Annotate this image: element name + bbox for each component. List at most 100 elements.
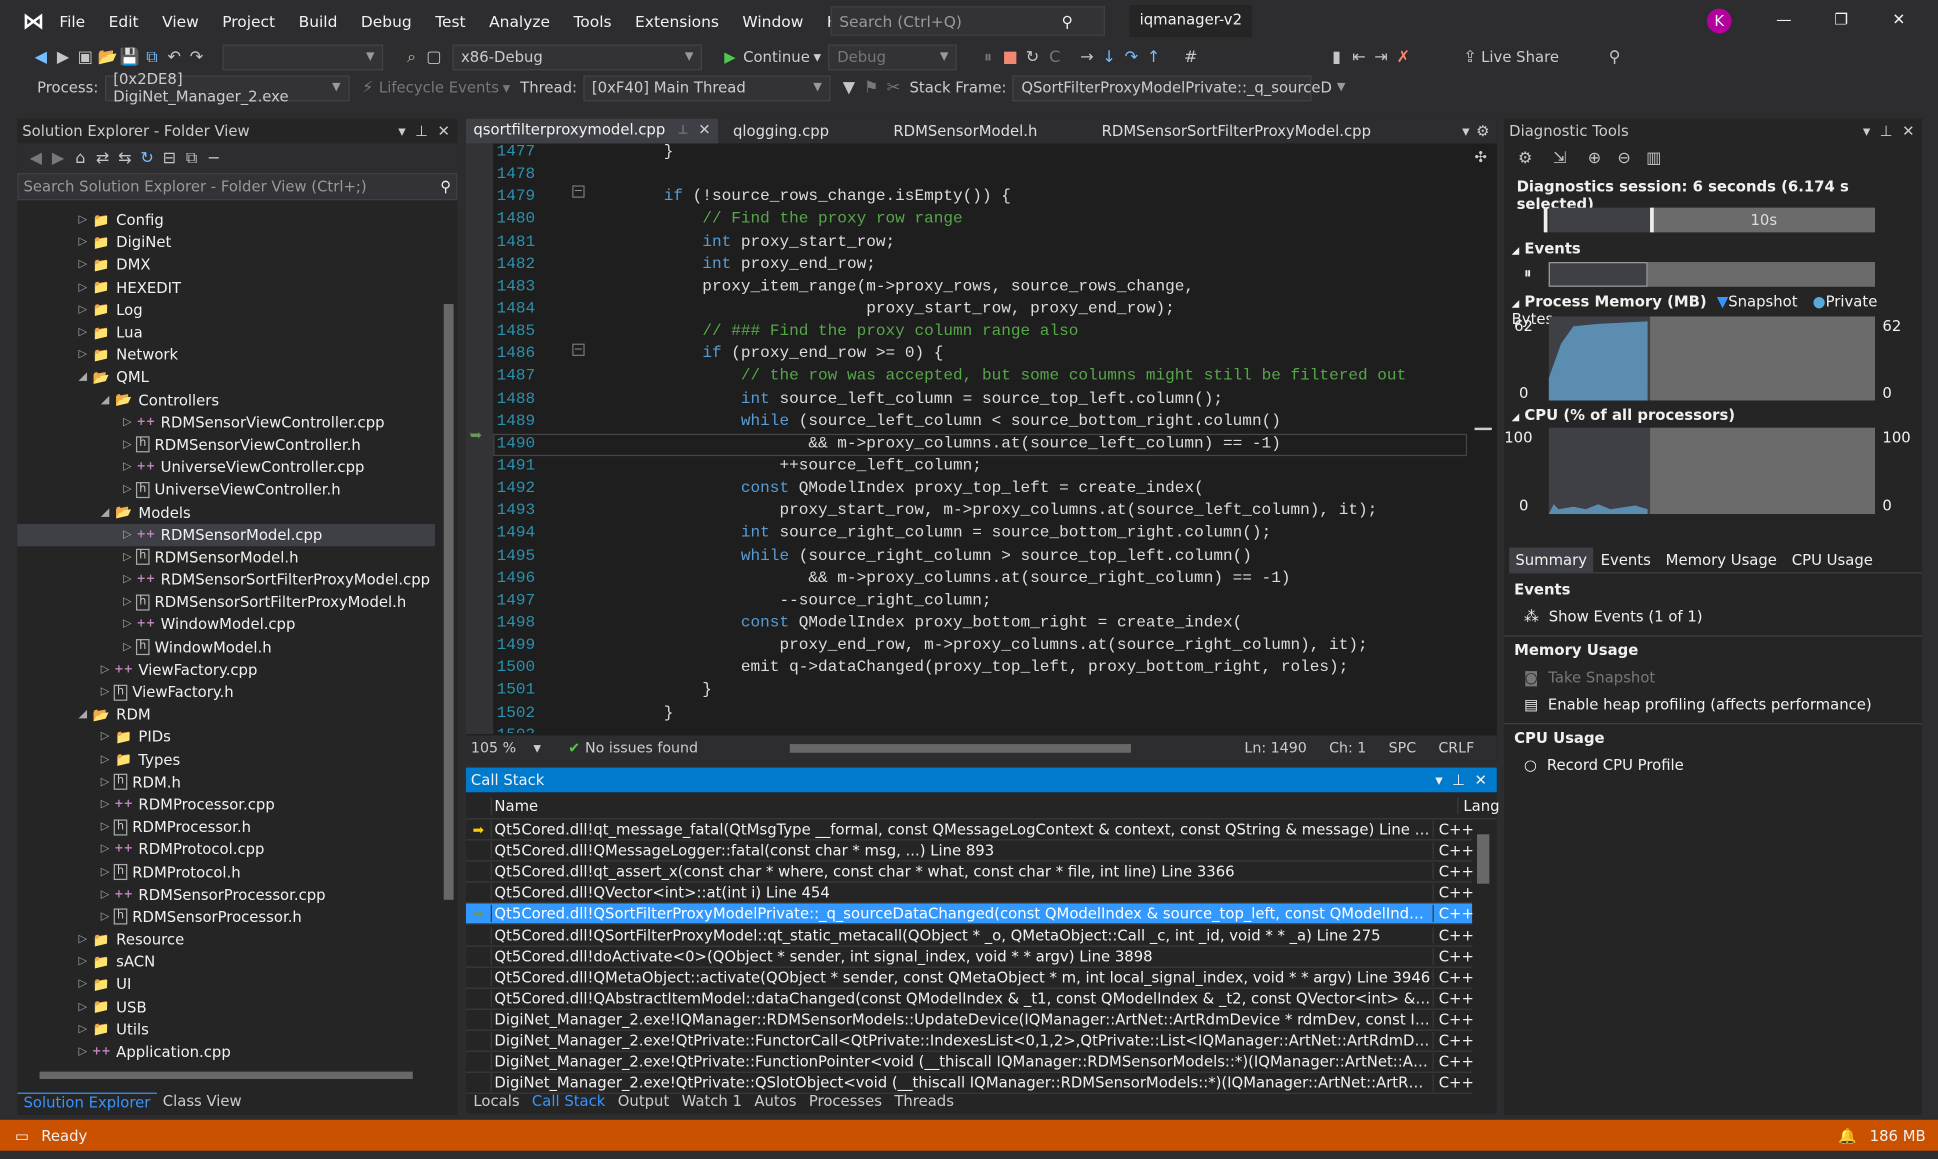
whitespace-status[interactable]: SPC [1389,739,1417,756]
call-stack-row[interactable]: Qt5Cored.dll!QVector<int>::at(int i) Lin… [465,883,1474,904]
tree-item[interactable]: ▷ ++ RDMProtocol.cpp [17,838,435,860]
tab-memory-usage[interactable]: Memory Usage [1658,547,1784,572]
avatar[interactable]: K [1706,8,1732,34]
restore-button[interactable]: ❐ [1834,10,1848,29]
collapse-icon[interactable]: − [572,343,585,356]
screenshot-icon[interactable]: ▢ [423,48,445,67]
tree-item[interactable]: ▷ h UniverseViewController.h [17,479,435,501]
tree-item[interactable]: ▷ 📁 Utils [17,1018,435,1040]
tab-threads[interactable]: Threads [894,1093,954,1110]
filter-icon[interactable]: ▼ [838,78,860,97]
menu-tools[interactable]: Tools [573,12,611,31]
collapsed-icon[interactable]: ▷ [74,326,91,338]
tree-item[interactable]: ▷ ++ RDMSensorViewController.cpp [17,411,435,433]
call-stack-row[interactable]: Qt5Cored.dll!qt_assert_x(const char * wh… [465,862,1474,883]
code-line[interactable]: 1491 ++source_left_column; [493,456,1467,478]
call-stack-row[interactable]: DigiNet_Manager_2.exe!QtPrivate::Functio… [465,1052,1474,1074]
collapsed-icon[interactable]: ▷ [96,664,113,676]
heap-profiling-checkbox[interactable]: ▤ Enable heap profiling (affects performa… [1504,691,1922,718]
menu-analyze[interactable]: Analyze [489,12,550,31]
expanded-icon[interactable]: ◢ [96,506,113,518]
tab-list-icon[interactable]: ▾ [1462,122,1469,139]
menu-window[interactable]: Window [742,12,803,31]
code-line[interactable]: 1492 const QModelIndex proxy_top_left = … [493,478,1467,500]
call-stack-row[interactable]: ➥ Qt5Cored.dll!QSortFilterProxyModelPriva… [465,903,1474,926]
collapsed-icon[interactable]: ▷ [74,349,91,361]
cpu-graph[interactable] [1548,427,1876,515]
tree-item[interactable]: ◢ 📂 Models [17,501,435,523]
zoom-in-icon[interactable]: ⊕ [1583,149,1605,168]
collapsed-icon[interactable]: ▷ [96,888,113,900]
pin-icon[interactable]: ⊥ [415,122,428,139]
collapsed-icon[interactable]: ▷ [119,439,136,451]
tab-output[interactable]: Output [618,1093,670,1110]
code-line[interactable]: 1499 proxy_end_row, m->proxy_columns.at(… [493,635,1467,657]
close-panel-icon[interactable]: ✕ [1902,122,1914,139]
hot-reload-icon[interactable]: C [1044,48,1066,67]
thread-dropdown[interactable]: [0xF40] Main Thread ▼ [583,74,831,101]
tree-item[interactable]: ▷ 📁 USB [17,996,435,1018]
code-line[interactable]: 1481 int proxy_start_row; [493,232,1467,254]
call-stack-row[interactable]: ➡ Qt5Cored.dll!qt_message_fatal(QtMsgType… [465,819,1474,841]
tab-qsortfilterproxymodel[interactable]: qsortfilterproxymodel.cpp ⊥ ✕ [465,118,719,144]
expanded-icon[interactable]: ◢ [96,394,113,406]
close-panel-icon[interactable]: ✕ [1474,771,1486,788]
tree-item[interactable]: ▷ ++ UniverseViewController.cpp [17,456,435,478]
redo-icon[interactable]: ↷ [185,48,207,67]
tree-hscrollbar[interactable] [22,1069,430,1081]
code-line[interactable]: 1490 && m->proxy_columns.at(source_left_… [493,433,1468,457]
pin-icon[interactable]: ⊥ [1880,122,1893,139]
tree-item[interactable]: ▷ 📁 DigiNet [17,231,435,253]
collapsed-icon[interactable]: ▷ [119,574,136,586]
menu-file[interactable]: File [59,12,85,31]
pin-icon[interactable]: ⊥ [678,123,689,137]
continue-button[interactable]: Continue [743,48,810,65]
dropdown-icon[interactable]: ▾ [1863,122,1870,139]
export-icon[interactable]: ⇲ [1549,149,1571,168]
collapsed-icon[interactable]: ▷ [74,1023,91,1035]
code-line[interactable]: 1502} [493,703,1467,725]
collapsed-icon[interactable]: ▷ [119,551,136,563]
clear-bookmarks-icon[interactable]: ✗ [1392,48,1414,67]
toggle-flag-icon[interactable]: ✂ [882,78,904,97]
collapsed-icon[interactable]: ▷ [74,978,91,990]
split-icon[interactable]: ✣ [1475,148,1492,165]
switch-views-icon[interactable]: ⇄ [91,149,113,168]
collapsed-icon[interactable]: ▷ [74,956,91,968]
call-stack-row[interactable]: Qt5Cored.dll!doActivate<0>(QObject * sen… [465,946,1474,968]
sync-icon[interactable]: ⇆ [114,149,136,168]
collapsed-icon[interactable]: ▷ [96,821,113,833]
live-share-button[interactable]: Live Share [1481,48,1559,65]
code-line[interactable]: 1477} [493,142,1467,164]
tree-vscrollbar[interactable] [442,208,454,1061]
save-all-icon[interactable]: ⧉ [141,48,163,67]
stack-frame-dropdown[interactable]: QSortFilterProxyModelPrivate::_q_sourceD… [1012,74,1345,101]
collapsed-icon[interactable]: ▷ [74,304,91,316]
tree-item[interactable]: ▷ h ViewFactory.h [17,681,435,703]
tab-locals[interactable]: Locals [473,1093,519,1110]
next-bookmark-icon[interactable]: ⇥ [1370,48,1392,67]
tree-item[interactable]: ▷ 📁 PIDs [17,726,435,748]
tab-watch-1[interactable]: Watch 1 [682,1093,742,1110]
prev-bookmark-icon[interactable]: ⇤ [1348,48,1370,67]
config-dropdown[interactable]: x86-Debug ▼ [452,43,703,70]
flag-icon[interactable]: ⚑ [860,78,882,97]
tree-item[interactable]: ▷ h RDM.h [17,771,435,793]
call-stack-row[interactable]: Qt5Cored.dll!QMessageLogger::fatal(const… [465,841,1474,862]
zoom-dropdown[interactable]: 105 % [471,739,516,756]
call-stack-row[interactable]: DigiNet_Manager_2.exe!QtPrivate::Functor… [465,1031,1474,1052]
tab-events[interactable]: Events [1593,547,1658,572]
code-line[interactable]: 1485 // ### Find the proxy column range … [493,322,1467,344]
tree-item[interactable]: ◢ 📂 QML [17,366,435,388]
platform-dropdown[interactable]: Debug ▼ [828,43,958,70]
show-events-link[interactable]: ⁂ Show Events (1 of 1) [1504,603,1922,630]
code-line[interactable]: 1489 while (source_left_column < source_… [493,411,1467,433]
tree-item[interactable]: ▷ h WindowModel.h [17,636,435,658]
collapse-icon[interactable]: − [572,185,585,198]
lifecycle-events-button[interactable]: Lifecycle Events [379,79,499,96]
tree-item[interactable]: ◢ 📂 Controllers [17,389,435,411]
collapsed-icon[interactable]: ▷ [96,776,113,788]
menu-edit[interactable]: Edit [109,12,139,31]
collapsed-icon[interactable]: ▷ [96,686,113,698]
refresh-icon[interactable]: ↻ [136,149,158,168]
